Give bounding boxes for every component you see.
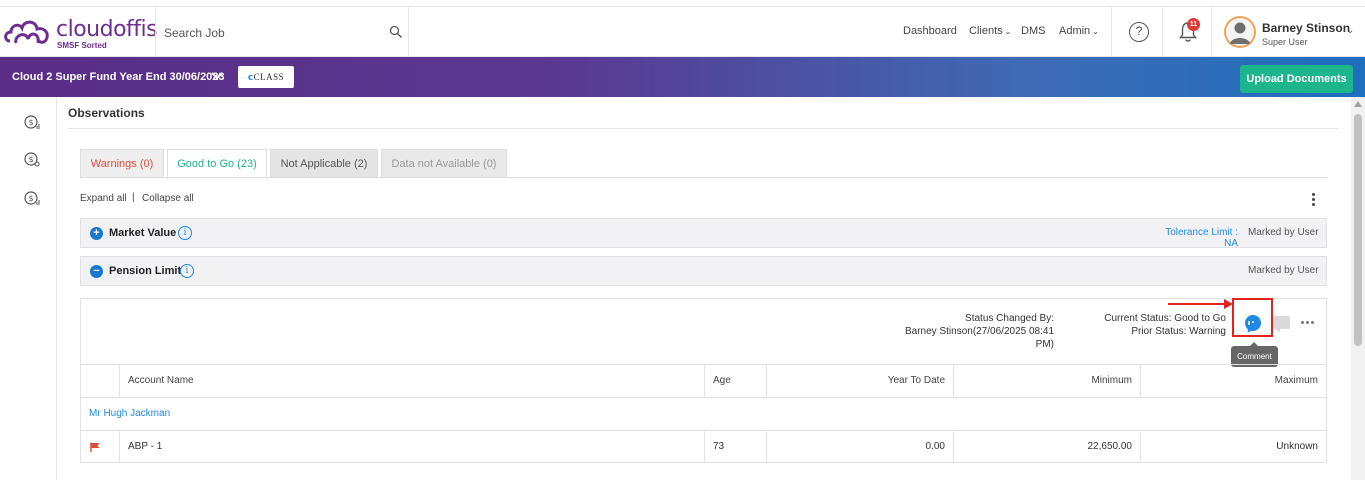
tab-warnings[interactable]: Warnings (0) (80, 149, 164, 178)
link-separator: | (132, 192, 135, 203)
annotation-arrow (1168, 303, 1228, 305)
upload-documents-button[interactable]: Upload Documents (1240, 65, 1353, 93)
more-horizontal-icon[interactable] (1301, 321, 1317, 325)
nav-admin-label: Admin (1059, 25, 1091, 37)
dollar-settings-icon[interactable]: $ (24, 151, 40, 167)
user-name[interactable]: Barney Stinson (1262, 21, 1350, 35)
tab-data-not-available[interactable]: Data not Available (0) (381, 149, 507, 178)
section-market-value[interactable]: + Market Value i Tolerance Limit : NA Ma… (80, 218, 1327, 249)
status-changed-label: Status Changed By: (965, 313, 1054, 324)
page-title: Observations (68, 106, 145, 120)
header-minimum[interactable]: Minimum (953, 365, 1140, 397)
top-header: cloudoffis SMSF Sorted Dashboard Clients… (0, 6, 1365, 58)
scroll-thumb[interactable] (1354, 114, 1362, 346)
class-logo-text: CLASS (253, 72, 285, 82)
header-account-name[interactable]: Account Name (119, 365, 704, 397)
info-icon[interactable]: i (178, 226, 192, 240)
status-changed-suffix: PM) (1035, 339, 1054, 350)
divider (408, 7, 409, 58)
help-icon[interactable]: ? (1129, 22, 1149, 42)
nav-clients[interactable]: Clients ⌄ (969, 25, 1011, 37)
logo-tagline: SMSF Sorted (57, 41, 107, 50)
section-title: Market Value (109, 227, 177, 239)
sidebar: $ $ $ (0, 97, 57, 480)
status-changed-by: Status Changed By: Barney Stinson(27/06/… (901, 312, 1054, 351)
dollar-chart-icon[interactable]: $ (24, 190, 40, 206)
divider (1111, 7, 1112, 58)
class-integration-logo: cCLASS (238, 66, 294, 88)
chat-icon[interactable] (1273, 316, 1290, 333)
section-pension-limit[interactable]: − Pension Limit i Marked by User (80, 256, 1327, 286)
maximum-cell: Unknown (1140, 431, 1326, 463)
expand-all-link[interactable]: Expand all (80, 193, 127, 204)
collapse-all-link[interactable]: Collapse all (142, 193, 194, 204)
vertical-scrollbar[interactable] (1351, 97, 1365, 480)
tab-not-applicable[interactable]: Not Applicable (2) (270, 149, 378, 178)
nav-dms[interactable]: DMS (1021, 25, 1045, 37)
cloud-logo-icon (4, 20, 49, 44)
status-changed-value: Barney Stinson(27/06/2025 08:41 (905, 326, 1054, 337)
chevron-down-icon: ⌄ (1092, 27, 1099, 36)
fund-bar: Cloud 2 Super Fund Year End 30/06/2023 c… (0, 57, 1365, 97)
more-options-icon[interactable] (1309, 192, 1317, 208)
nav-clients-label: Clients (969, 25, 1003, 37)
flag-cell (81, 431, 119, 463)
header-maximum[interactable]: Maximum (1140, 365, 1326, 397)
prior-status: Prior Status: Warning (1131, 326, 1226, 337)
age-cell: 73 (704, 431, 766, 463)
divider (1211, 7, 1212, 58)
red-flag-icon[interactable] (90, 442, 100, 452)
avatar[interactable] (1224, 16, 1256, 48)
current-status: Current Status: Good to Go (1104, 313, 1226, 324)
divider (1162, 7, 1163, 58)
minimum-cell: 22,650.00 (953, 431, 1140, 463)
nav-dashboard[interactable]: Dashboard (903, 25, 957, 37)
info-icon[interactable]: i (180, 264, 194, 278)
account-name-cell: ABP - 1 (119, 431, 704, 463)
notification-badge: 11 (1187, 18, 1200, 31)
user-role: Super User (1262, 37, 1308, 47)
svg-text:$: $ (28, 118, 33, 127)
tab-good-to-go[interactable]: Good to Go (23) (167, 149, 267, 179)
search-job-input[interactable] (164, 23, 374, 43)
divider (80, 177, 1328, 178)
status-info: Current Status: Good to Go Prior Status:… (1081, 312, 1226, 338)
collapse-minus-icon[interactable]: − (90, 265, 103, 278)
table-row: ABP - 1 73 0.00 22,650.00 Unknown (81, 430, 1326, 463)
tolerance-limit: Tolerance Limit : NA (1165, 227, 1238, 249)
cloudoffis-logo[interactable]: cloudoffis SMSF Sorted (4, 15, 158, 51)
table-header: Account Name Age Year To Date Minimum Ma… (81, 364, 1326, 397)
divider (155, 7, 156, 58)
divider (68, 128, 1338, 129)
year-to-date-cell: 0.00 (766, 431, 953, 463)
table-group-row: Mr Hugh Jackman (81, 397, 1326, 430)
fund-selector-title[interactable]: Cloud 2 Super Fund Year End 30/06/2023 (12, 71, 225, 83)
marked-by-label: Marked by User (1248, 265, 1319, 276)
section-title: Pension Limit (109, 265, 182, 277)
svg-text:$: $ (28, 155, 33, 164)
expand-plus-icon[interactable]: + (90, 227, 103, 240)
dollar-report-icon[interactable]: $ (24, 114, 40, 130)
nav-admin[interactable]: Admin ⌄ (1059, 25, 1099, 37)
marked-by-label: Marked by User (1248, 227, 1319, 238)
header-age[interactable]: Age (704, 365, 766, 397)
chevron-down-icon[interactable]: ⌄ (1346, 25, 1354, 36)
header-year-to-date[interactable]: Year To Date (766, 365, 953, 397)
chevron-down-icon: ⌄ (1004, 27, 1012, 36)
search-icon[interactable] (389, 25, 403, 39)
logo-text: cloudoffis (56, 17, 158, 42)
user-avatar-icon (1226, 18, 1254, 46)
member-name-link[interactable]: Mr Hugh Jackman (89, 398, 170, 430)
scroll-up-arrow-icon[interactable] (1354, 101, 1362, 107)
pension-limit-detail: Status Changed By: Barney Stinson(27/06/… (80, 298, 1327, 463)
header-flag-col (81, 365, 119, 397)
chevron-down-icon[interactable] (211, 67, 223, 88)
svg-text:$: $ (28, 194, 33, 203)
comment-icon[interactable] (1245, 315, 1261, 331)
